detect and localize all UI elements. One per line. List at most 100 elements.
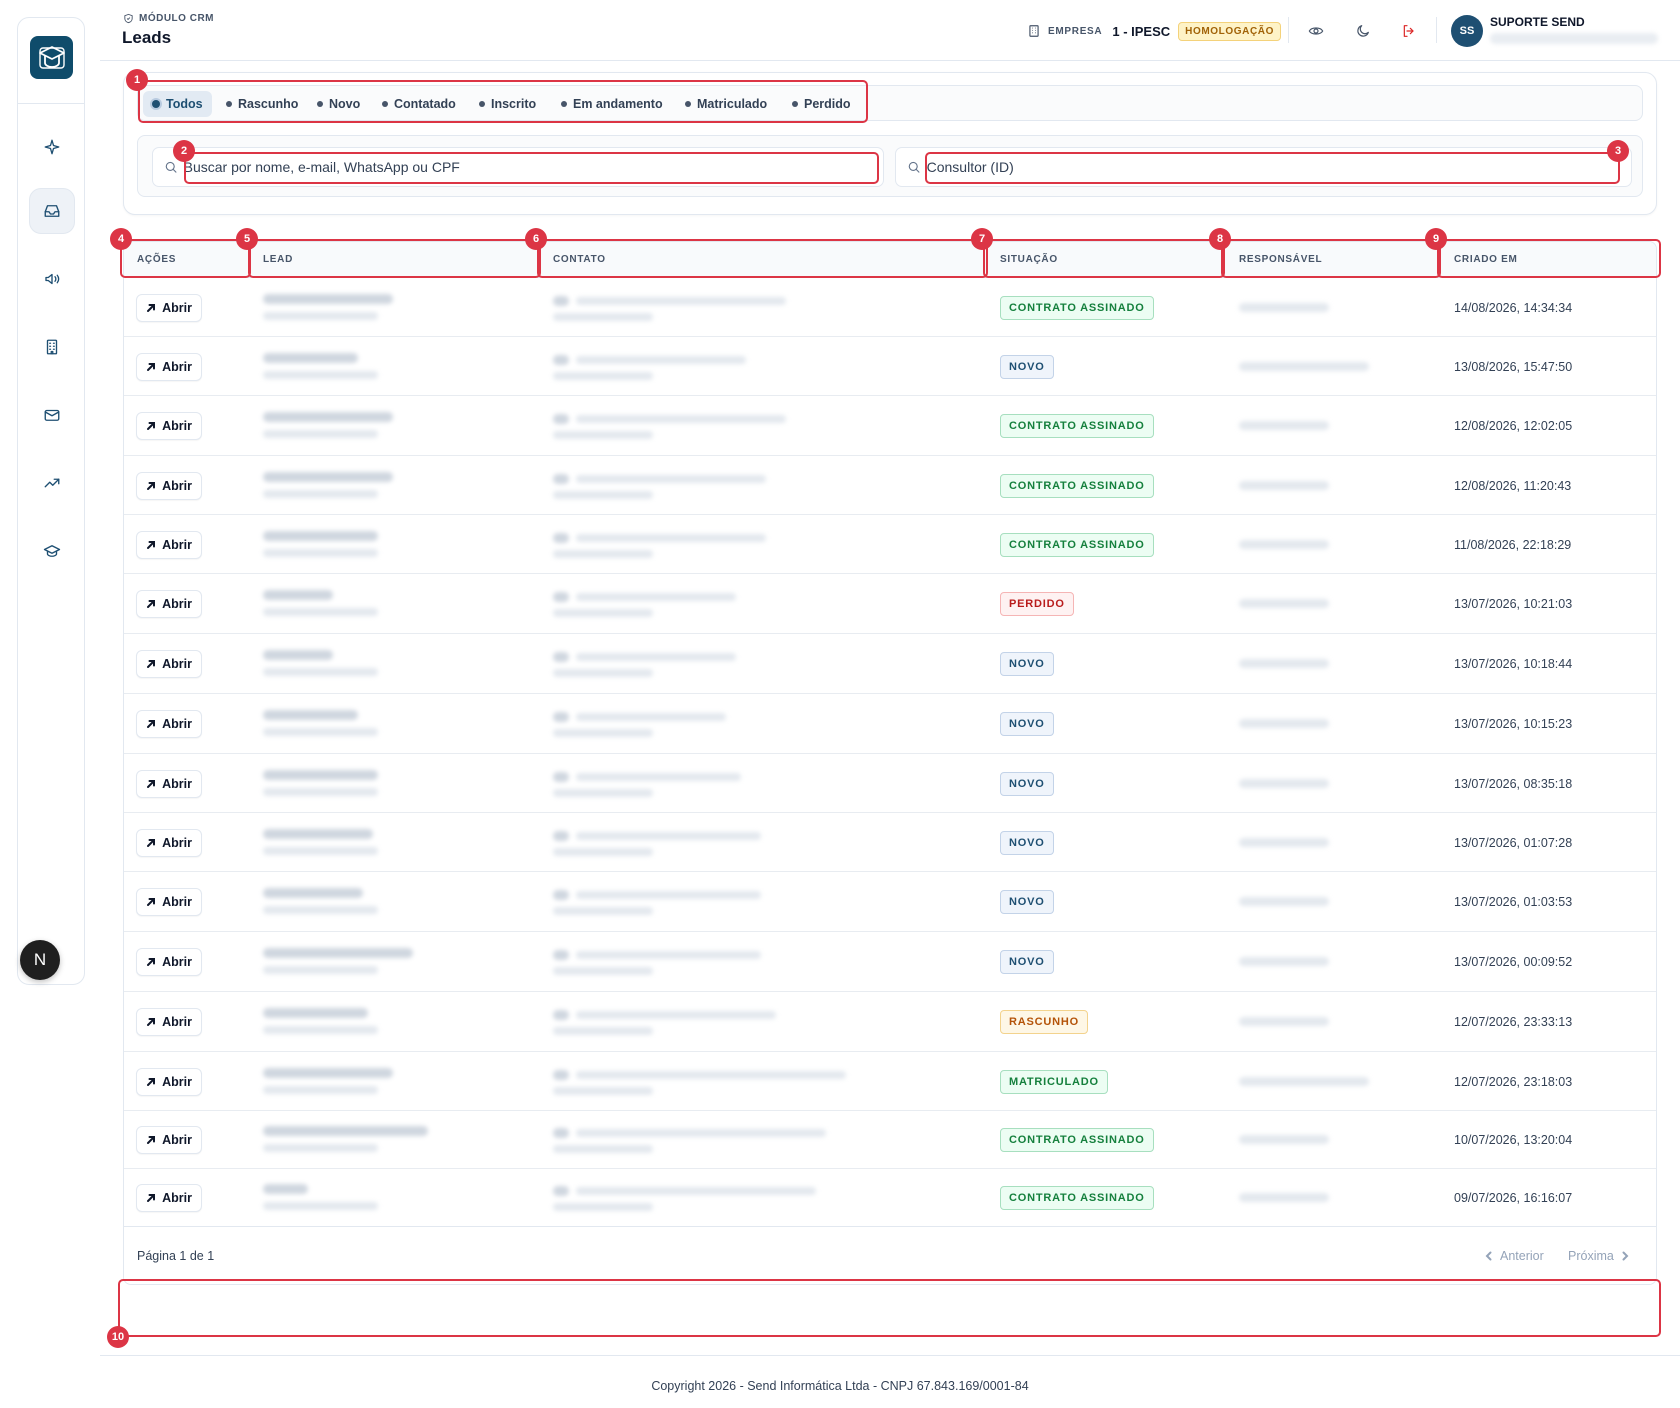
table-row: Abrir CONTRATO ASSINADO 09/07/2026, 16:16:… [124, 1169, 1656, 1227]
open-lead-button[interactable]: Abrir [136, 352, 202, 381]
lead-doc-redacted [263, 1026, 378, 1034]
tab-rascunho[interactable]: Rascunho [217, 91, 307, 117]
contact-phone-redacted [553, 1027, 653, 1035]
contact-email-redacted [576, 474, 766, 483]
tab-dot-icon [792, 101, 798, 107]
lead-search-box[interactable] [152, 147, 884, 187]
open-lead-button[interactable]: Abrir [136, 710, 202, 738]
sidebar-item-inbox[interactable] [29, 188, 75, 234]
footer-divider [100, 1355, 1680, 1356]
open-lead-button[interactable]: Abrir [136, 1126, 202, 1154]
lead-name-redacted [263, 1067, 393, 1078]
moon-icon [1357, 25, 1369, 37]
responsible-redacted [1239, 1193, 1329, 1202]
tab-novo[interactable]: Novo [308, 91, 369, 117]
contact-email-redacted [576, 831, 761, 840]
created-at: 13/07/2026, 01:07:28 [1454, 835, 1573, 850]
created-at: 13/08/2026, 15:47:50 [1454, 359, 1573, 374]
app-logo[interactable] [30, 36, 73, 79]
tab-todos[interactable]: Todos [143, 91, 212, 117]
tab-matriculado[interactable]: Matriculado [676, 91, 776, 117]
status-badge: NOVO [1000, 354, 1054, 379]
open-lead-button[interactable]: Abrir [136, 888, 202, 916]
arrow-up-right-icon [147, 1136, 156, 1144]
lead-search-input[interactable] [183, 159, 883, 175]
column-header-situacao[interactable]: SITUAÇÃO [1000, 254, 1058, 265]
search-panel [137, 135, 1643, 197]
logout-button[interactable] [1398, 20, 1420, 42]
open-lead-button[interactable]: Abrir [136, 471, 202, 500]
lead-doc-redacted [263, 489, 378, 498]
column-header-lead[interactable]: LEAD [263, 254, 293, 265]
contact-email-redacted [576, 1187, 816, 1195]
contact-icon-redacted [553, 712, 569, 722]
open-lead-label: Abrir [162, 1191, 192, 1205]
open-lead-button[interactable]: Abrir [136, 828, 202, 857]
sidebar-item-megaphone[interactable] [29, 256, 75, 302]
preview-button[interactable] [1305, 20, 1327, 42]
next-page-button[interactable]: Próxima [1568, 1249, 1630, 1263]
open-lead-button[interactable]: Abrir [136, 650, 202, 678]
previous-page-label: Anterior [1500, 1249, 1544, 1263]
tab-inscrito[interactable]: Inscrito [470, 91, 545, 117]
table-row: Abrir NOVO 13/07/2026, 08:35:18 [124, 754, 1656, 813]
open-lead-button[interactable]: Abrir [136, 590, 202, 618]
previous-page-button[interactable]: Anterior [1484, 1249, 1544, 1263]
filter-card: Todos Rascunho Novo Contatado Inscrito E… [123, 72, 1657, 215]
contact-icon-redacted [553, 1010, 569, 1020]
open-lead-button[interactable]: Abrir [136, 948, 202, 976]
page-title: Leads [122, 28, 172, 47]
open-lead-button[interactable]: Abrir [136, 1008, 202, 1036]
sidebar-divider [18, 103, 84, 104]
column-header-contato[interactable]: CONTATO [553, 254, 606, 265]
open-lead-label: Abrir [162, 776, 192, 791]
sidebar-item-graduation[interactable] [29, 528, 75, 574]
theme-toggle-button[interactable] [1352, 20, 1374, 42]
created-at: 13/07/2026, 10:21:03 [1454, 597, 1573, 611]
next-dev-badge[interactable]: N [20, 940, 60, 980]
sidebar-item-sparkle[interactable] [29, 124, 75, 170]
lead-doc-redacted [263, 906, 378, 914]
column-header-acoes[interactable]: AÇÕES [137, 254, 176, 265]
avatar[interactable]: SS [1451, 15, 1483, 47]
consultant-id-input[interactable] [926, 159, 1631, 175]
tab-contatado[interactable]: Contatado [373, 91, 465, 117]
header-divider [1436, 17, 1437, 43]
arrow-up-right-icon [147, 838, 156, 847]
contact-icon-redacted [553, 830, 569, 841]
sidebar-item-building[interactable] [29, 324, 75, 370]
lead-name-redacted [263, 1126, 428, 1136]
column-header-responsavel[interactable]: RESPONSÁVEL [1239, 254, 1322, 265]
lead-name-redacted [263, 530, 378, 541]
open-lead-button[interactable]: Abrir [136, 412, 202, 440]
arrow-up-right-icon [147, 362, 156, 371]
contact-email-redacted [576, 593, 736, 601]
lead-doc-redacted [263, 1144, 378, 1152]
open-lead-button[interactable]: Abrir [136, 293, 202, 322]
open-lead-label: Abrir [162, 1133, 192, 1147]
table-row: Abrir CONTRATO ASSINADO 14/08/2026, 14:34:… [124, 278, 1656, 337]
tab-perdido[interactable]: Perdido [783, 91, 860, 117]
column-header-criado-em[interactable]: CRIADO EM [1454, 254, 1518, 265]
contact-email-redacted [576, 296, 786, 305]
table-row: Abrir RASCUNHO 12/07/2026, 23:33:13 [124, 992, 1656, 1052]
consultant-search-box[interactable] [895, 147, 1632, 187]
lead-doc-redacted [263, 1085, 378, 1094]
open-lead-button[interactable]: Abrir [136, 1184, 202, 1212]
responsible-redacted [1239, 539, 1329, 549]
status-badge: PERDIDO [1000, 592, 1074, 616]
sidebar-item-trending[interactable] [29, 460, 75, 506]
contact-icon-redacted [553, 771, 569, 782]
open-lead-button[interactable]: Abrir [136, 1067, 202, 1096]
sidebar-item-mail[interactable] [29, 392, 75, 438]
open-lead-button[interactable]: Abrir [136, 769, 202, 798]
tab-dot-icon [561, 101, 567, 107]
tab-em-andamento[interactable]: Em andamento [552, 91, 672, 117]
lead-doc-redacted [263, 846, 378, 855]
status-badge: NOVO [1000, 771, 1054, 796]
open-lead-button[interactable]: Abrir [136, 530, 202, 559]
sidebar: N [17, 17, 85, 985]
status-badge: NOVO [1000, 830, 1054, 855]
company-value: 1 - IPESC [1112, 23, 1171, 39]
lead-name-redacted [263, 293, 393, 304]
